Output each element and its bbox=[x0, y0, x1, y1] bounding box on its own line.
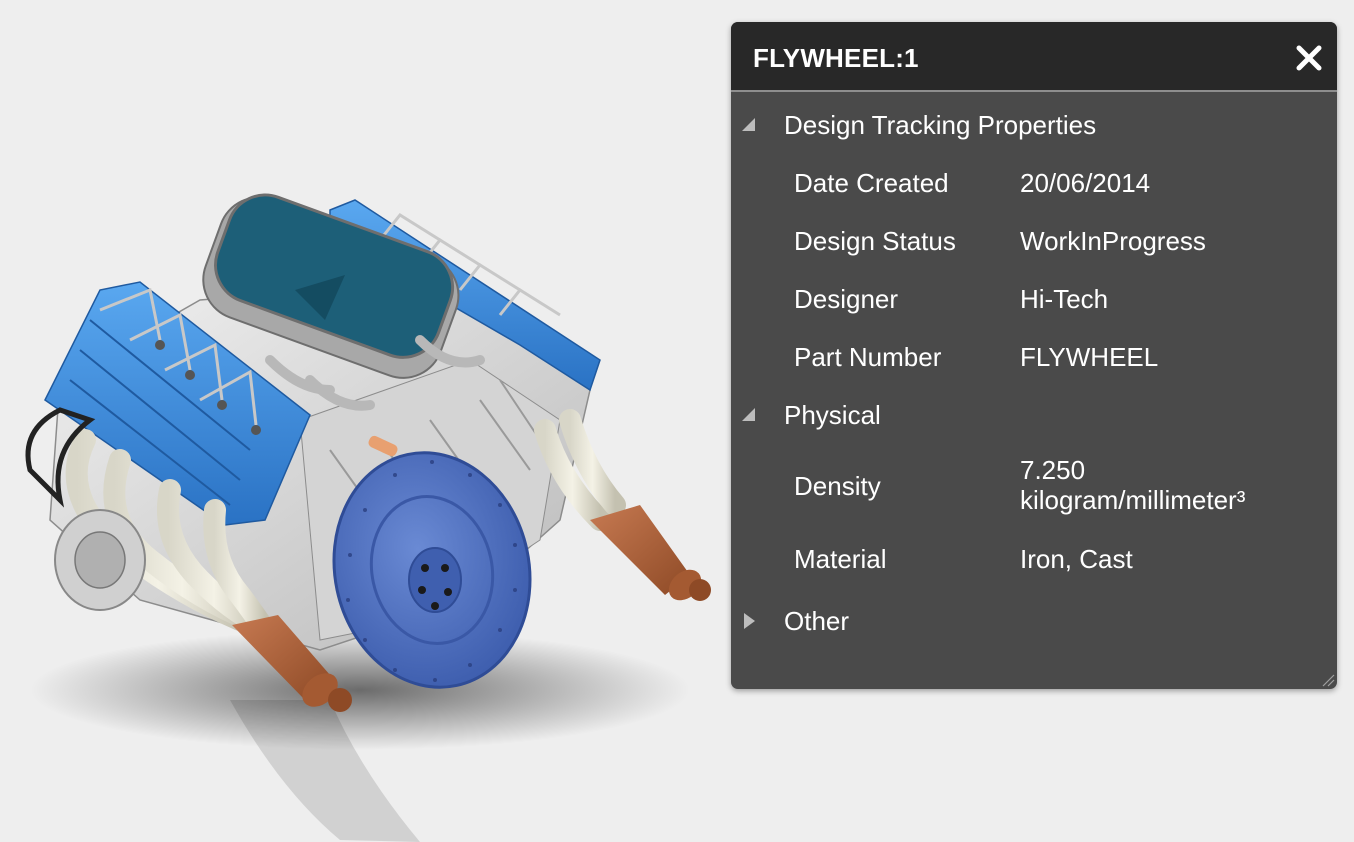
property-row: Part Number FLYWHEEL bbox=[731, 337, 1337, 377]
close-icon[interactable] bbox=[1289, 38, 1329, 78]
property-key: Designer bbox=[794, 284, 899, 314]
property-value: Iron, Cast bbox=[1020, 544, 1133, 574]
close-button[interactable] bbox=[1289, 38, 1329, 78]
expanded-arrow-icon[interactable] bbox=[739, 405, 759, 425]
property-key: Material bbox=[794, 544, 887, 574]
property-row: Material Iron, Cast bbox=[731, 539, 1337, 579]
engine-model[interactable] bbox=[0, 150, 740, 842]
panel-header: FLYWHEEL:1 bbox=[731, 22, 1337, 92]
property-value: WorkInProgress bbox=[1020, 226, 1206, 256]
property-row: Density 7.250 kilogram/millimeter³ bbox=[731, 453, 1337, 523]
3d-viewport[interactable]: FLYWHEEL:1 Design Tracking Properties Da… bbox=[0, 0, 1354, 842]
section-other[interactable]: Other bbox=[731, 601, 1337, 641]
expanded-arrow-icon[interactable] bbox=[739, 115, 759, 135]
section-label: Design Tracking Properties bbox=[784, 110, 1097, 140]
alternator bbox=[54, 509, 146, 611]
section-label: Physical bbox=[784, 400, 881, 430]
section-label: Other bbox=[784, 606, 850, 636]
property-value: 7.250 kilogram/millimeter³ bbox=[1020, 455, 1320, 515]
panel-title: FLYWHEEL:1 bbox=[753, 43, 919, 73]
property-row: Designer Hi-Tech bbox=[731, 279, 1337, 319]
collapsed-arrow-icon[interactable] bbox=[739, 611, 759, 631]
property-key: Design Status bbox=[794, 226, 956, 256]
section-design-tracking[interactable]: Design Tracking Properties bbox=[731, 105, 1337, 145]
properties-panel[interactable]: FLYWHEEL:1 Design Tracking Properties Da… bbox=[731, 22, 1337, 689]
property-value: 20/06/2014 bbox=[1020, 168, 1151, 198]
property-key: Part Number bbox=[794, 342, 942, 372]
ground-shadow bbox=[30, 630, 690, 750]
property-value: FLYWHEEL bbox=[1020, 342, 1159, 372]
property-row: Date Created 20/06/2014 bbox=[731, 163, 1337, 203]
property-row: Design Status WorkInProgress bbox=[731, 221, 1337, 261]
section-physical[interactable]: Physical bbox=[731, 395, 1337, 435]
property-key: Density bbox=[794, 471, 881, 501]
resize-grip-icon[interactable] bbox=[1321, 673, 1335, 687]
property-value: Hi-Tech bbox=[1020, 284, 1109, 314]
exhaust-tip-right bbox=[590, 505, 711, 601]
density-value: 7.250 bbox=[1020, 455, 1086, 485]
property-key: Date Created bbox=[794, 168, 949, 198]
density-unit: kilogram/millimeter³ bbox=[1020, 485, 1246, 515]
